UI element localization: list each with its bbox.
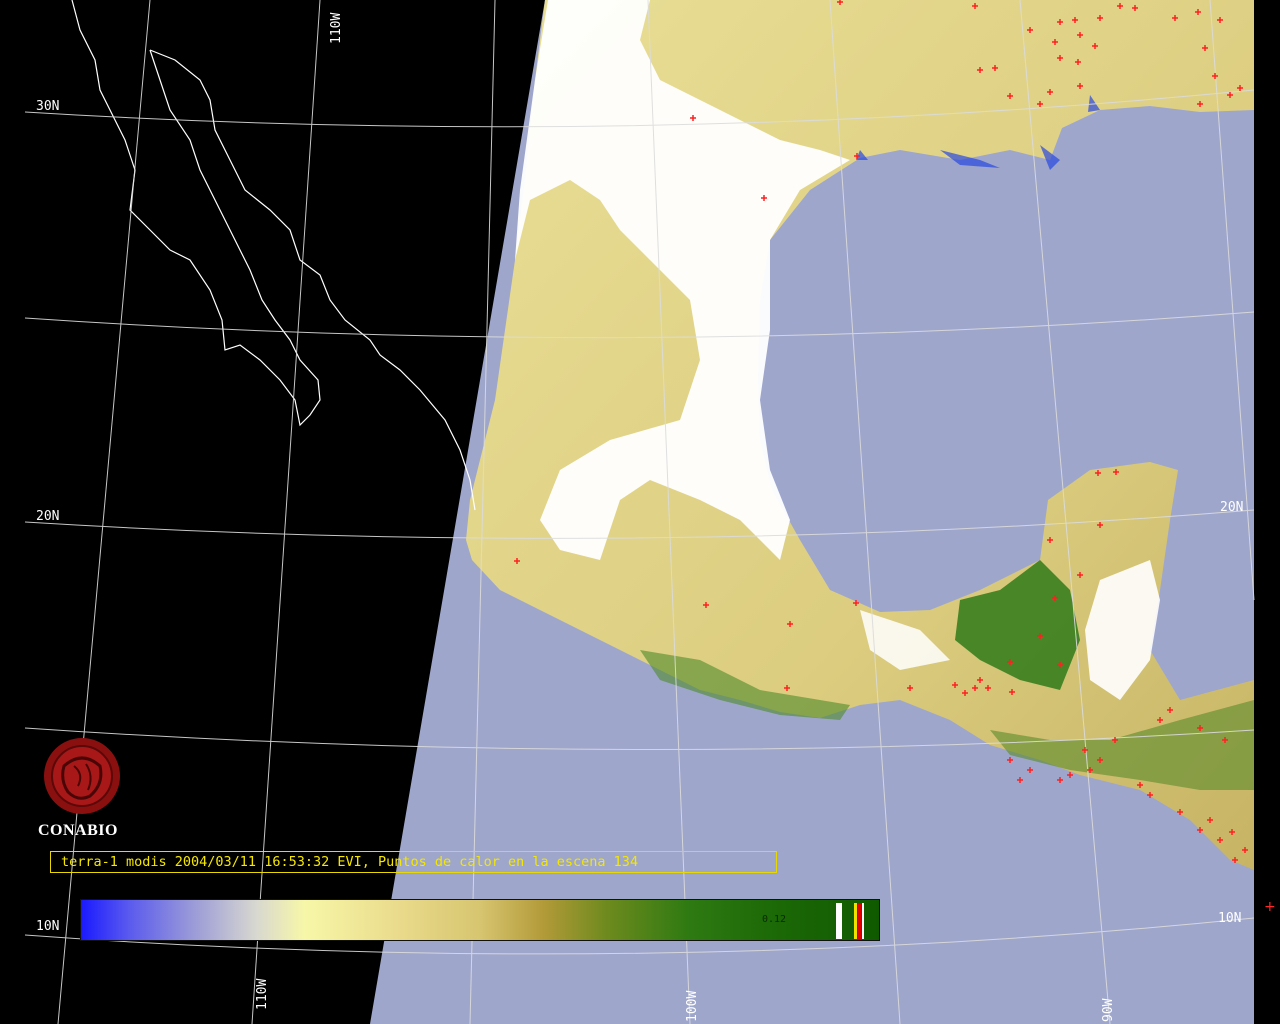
- label-lat-20n-right: 20N: [1220, 500, 1243, 515]
- conabio-wordmark: CONABIO: [38, 822, 118, 839]
- label-lat-20n-left: 20N: [36, 509, 59, 524]
- label-lat-30n: 30N: [36, 99, 59, 114]
- colorbar-yellow-stripe: [854, 903, 857, 939]
- colorbar-white-stripe-2: [862, 903, 864, 939]
- label-lat-10n-left: 10N: [36, 919, 59, 934]
- conabio-logo: [44, 738, 120, 814]
- label-lat-10n-right: 10N: [1218, 911, 1241, 926]
- colorbar-red-stripe: [858, 903, 861, 939]
- label-lon-90w-bottom: 90W: [1101, 998, 1116, 1022]
- label-lon-110w-top: 110W: [329, 13, 344, 44]
- scene-caption: terra-1 modis 2004/03/11 16:53:32 EVI, P…: [50, 851, 777, 873]
- colorbar-white-stripe: [836, 903, 842, 939]
- edge-hotspot-marker: +: [1264, 899, 1276, 915]
- label-lon-110w-bottom: 110W: [255, 979, 270, 1010]
- evi-colorbar: 0.12: [80, 899, 880, 941]
- label-lon-100w-bottom: 100W: [685, 991, 700, 1022]
- colorbar-tick-label: 0.12: [762, 914, 787, 925]
